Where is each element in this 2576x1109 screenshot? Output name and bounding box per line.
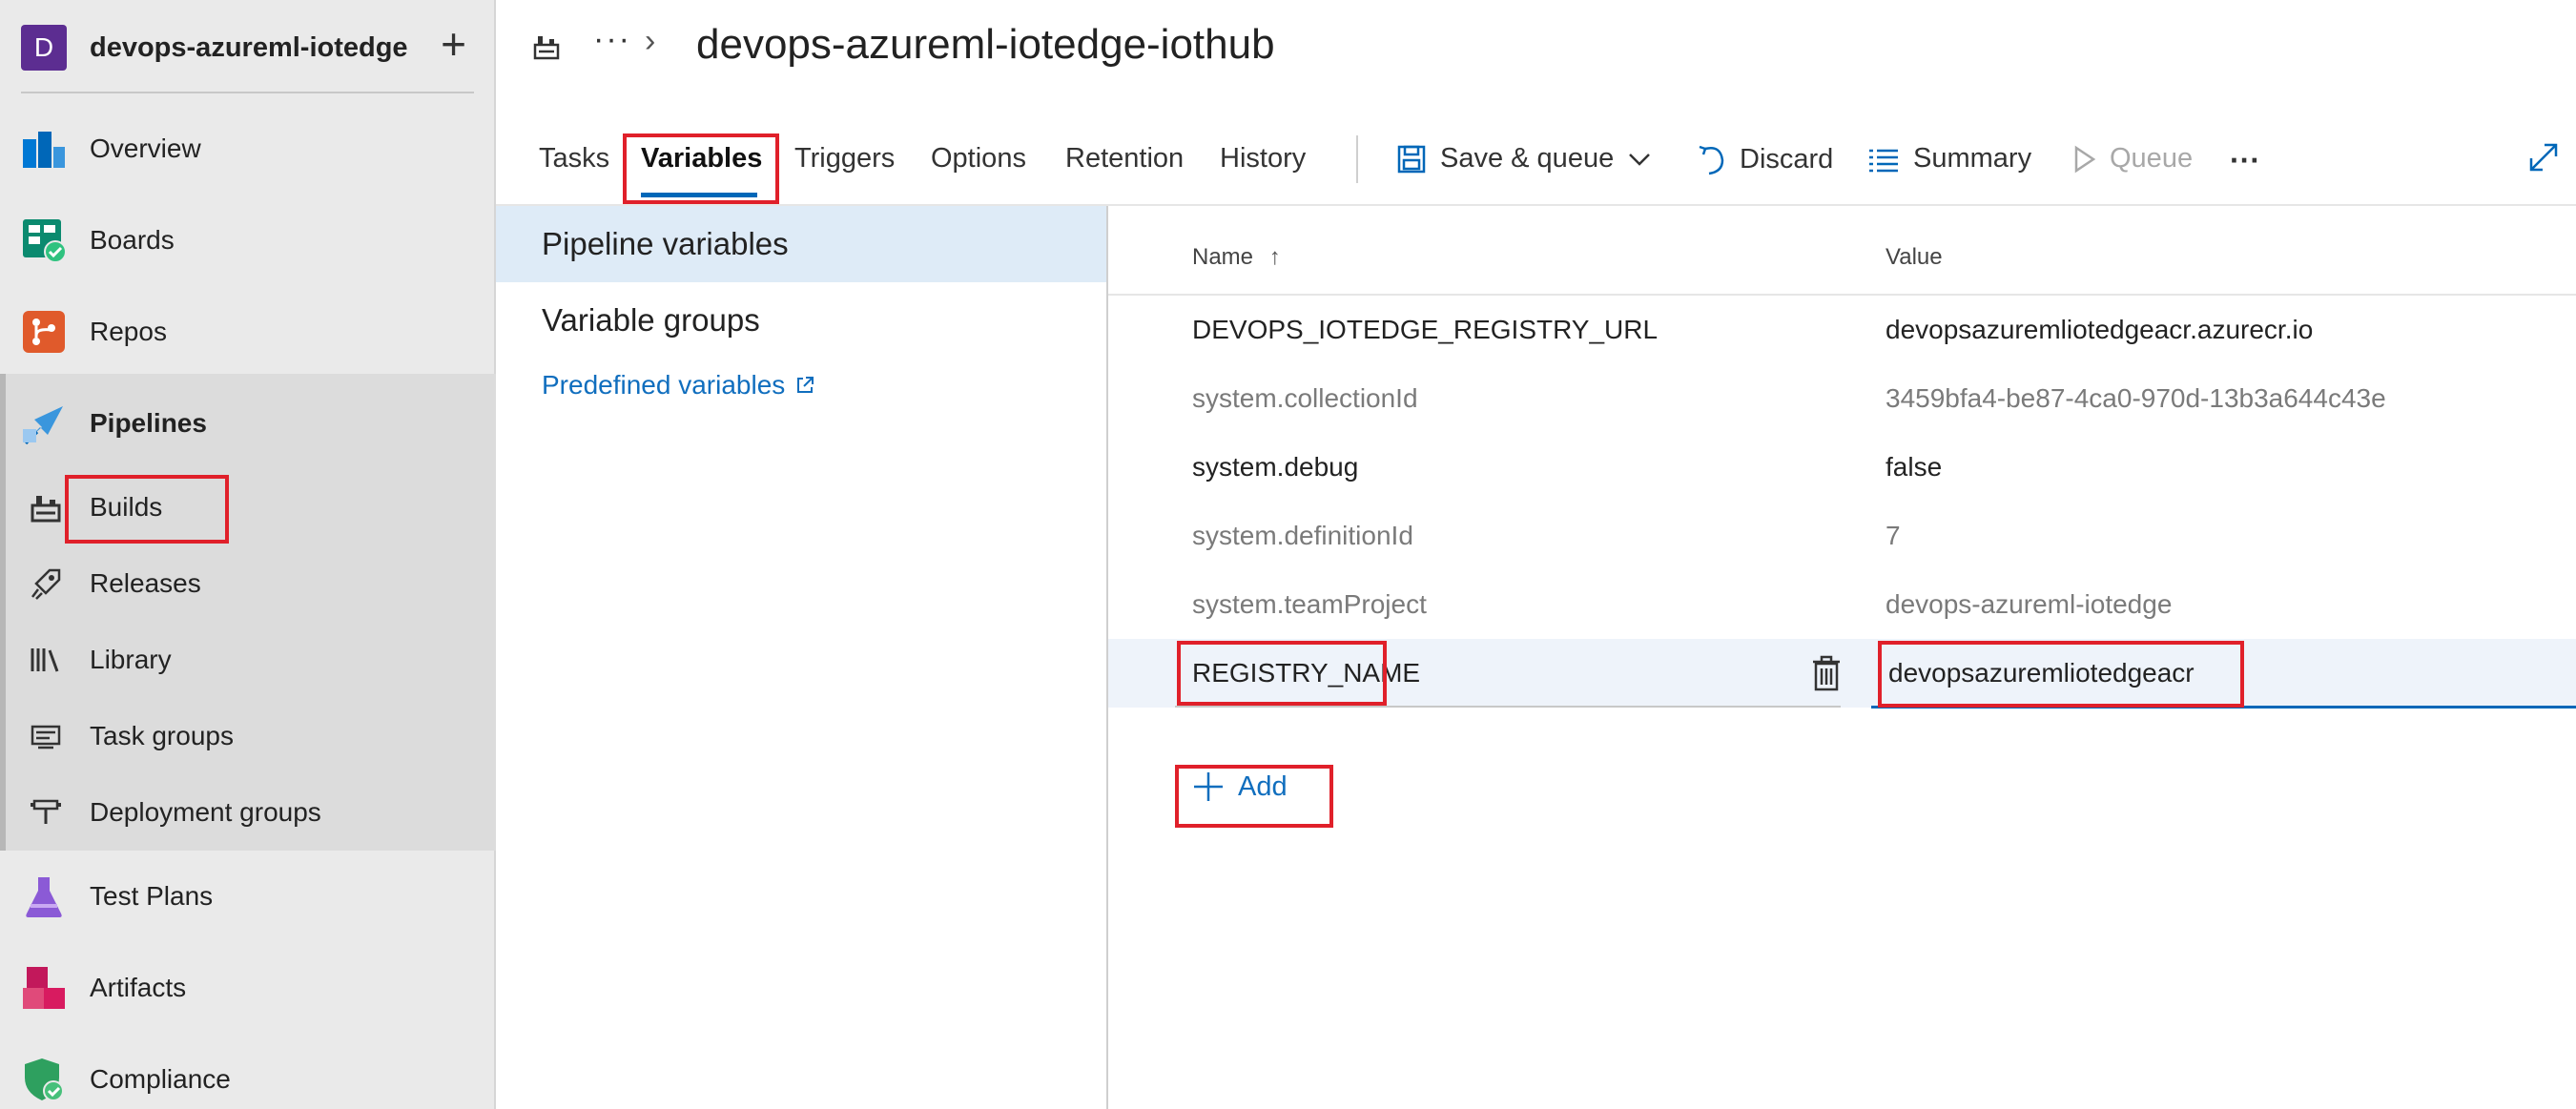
library-icon [31,648,59,672]
nav-label-deployment-groups: Deployment groups [90,797,321,827]
tab-history[interactable]: History [1220,143,1306,175]
nav-label-overview: Overview [90,133,201,163]
nav-item-compliance[interactable]: Compliance [0,1055,496,1104]
nav-item-pipelines[interactable]: Pipelines [0,399,496,448]
highlight-builds [65,475,229,544]
pipeline-variables-item[interactable]: Pipeline variables [496,206,1106,282]
test-plans-icon [26,877,62,917]
nav-item-test-plans[interactable]: Test Plans [0,872,496,921]
undo-icon [1699,145,1724,175]
variable-value: 7 [1886,521,1901,550]
nav-item-overview[interactable]: Overview [0,124,496,174]
column-header-value: Value [1886,244,1943,270]
variable-name: system.collectionId [1192,383,1418,413]
list-icon [1869,149,1898,172]
variables-table: Name ↑ Value DEVOPS_IOTEDGE_REGISTRY_URL… [1108,206,2576,1109]
nav-label-library: Library [90,645,172,674]
predefined-variables-link[interactable]: Predefined variables [542,370,815,400]
queue-label: Queue [2110,143,2194,174]
column-header-name[interactable]: Name ↑ [1192,244,1281,271]
table-row[interactable]: DEVOPS_IOTEDGE_REGISTRY_URL devopsazurem… [1108,296,2576,364]
variable-groups-item[interactable]: Variable groups [496,282,1106,359]
nav-label-artifacts: Artifacts [90,973,187,1002]
column-header-name-label: Name [1192,244,1254,270]
pipelines-icon [22,406,63,445]
nav-label-pipelines: Pipelines [90,408,207,438]
highlight-registry-value [1878,641,2244,708]
nav-label-repos: Repos [90,317,167,346]
nav-label-task-groups: Task groups [90,721,234,750]
nav-item-deployment-groups[interactable]: Deployment groups [0,790,496,835]
nav-item-library[interactable]: Library [0,637,496,683]
summary-button[interactable]: Summary [1867,143,2031,175]
queue-button[interactable]: Queue [2071,143,2193,175]
variables-left-pane: Pipeline variables Variable groups Prede… [496,206,1108,1109]
variable-value: 3459bfa4-be87-4ca0-970d-13b3a644c43e [1886,383,2386,413]
boards-icon [23,219,67,263]
table-row: system.teamProject devops-azureml-iotedg… [1108,570,2576,639]
artifacts-icon [23,967,65,1009]
breadcrumb-more-button[interactable]: ··· [593,21,631,58]
tab-triggers[interactable]: Triggers [794,143,895,175]
save-queue-label: Save & queue [1440,143,1615,174]
discard-button[interactable]: Discard [1696,143,1833,175]
save-queue-button[interactable]: Save & queue [1396,143,1652,175]
play-icon [2074,145,2096,173]
chevron-down-icon[interactable] [1627,151,1652,168]
repos-icon [23,311,65,353]
project-name[interactable]: devops-azureml-iotedge [90,32,408,64]
tab-tasks[interactable]: Tasks [539,143,609,175]
variable-name[interactable]: DEVOPS_IOTEDGE_REGISTRY_URL [1192,315,1658,345]
table-row: system.definitionId 7 [1108,502,2576,570]
variable-value[interactable]: devopsazuremliotedgeacr.azurecr.io [1886,315,2313,345]
chevron-right-icon: › [645,23,656,59]
nav-label-releases: Releases [90,568,201,598]
nav-item-repos[interactable]: Repos [0,307,496,357]
nav-item-task-groups[interactable]: Task groups [0,713,496,759]
tab-retention[interactable]: Retention [1065,143,1184,175]
discard-label: Discard [1740,143,1834,175]
more-actions-button[interactable]: ··· [2230,143,2260,178]
nav-label-compliance: Compliance [90,1064,231,1094]
toolbar-divider [1356,135,1358,183]
deployment-groups-icon [31,799,61,824]
expand-icon[interactable] [2527,141,2560,174]
project-avatar[interactable]: D [21,25,67,71]
sidebar: D devops-azureml-iotedge + Overview Boar… [0,0,496,1109]
nav-label-test-plans: Test Plans [90,881,214,911]
trash-icon[interactable] [1810,654,1843,692]
nav-item-artifacts[interactable]: Artifacts [0,963,496,1013]
nav-label-boards: Boards [90,225,175,255]
variable-name: system.debug [1192,452,1359,482]
nav-item-releases[interactable]: Releases [0,561,496,606]
variable-name: system.teamProject [1192,589,1427,619]
summary-label: Summary [1913,143,2032,174]
compliance-icon [25,1058,64,1101]
tab-bar: Tasks Variables Triggers Options Retenti… [496,122,2576,206]
highlight-registry-name [1177,641,1387,706]
rocket-icon [31,568,61,600]
new-item-button[interactable]: + [441,21,466,67]
project-header: D devops-azureml-iotedge + [21,21,474,93]
highlight-variables-tab [623,133,779,204]
task-groups-icon [31,725,61,750]
nav-item-boards[interactable]: Boards [0,216,496,265]
overview-icon [23,132,65,168]
variable-name: system.definitionId [1192,521,1413,550]
highlight-add-button [1175,765,1333,828]
save-icon [1397,145,1426,173]
sort-ascending-icon: ↑ [1268,244,1281,270]
page-header: ··· › devops-azureml-iotedge-iothub [496,0,2576,100]
page-title: devops-azureml-iotedge-iothub [696,21,1275,68]
build-icon[interactable] [532,32,561,61]
external-link-icon [797,377,814,393]
name-input-underline [1175,706,1841,708]
table-row[interactable]: system.debug false [1108,433,2576,502]
predefined-variables-label: Predefined variables [542,370,786,400]
builds-icon [31,496,61,523]
tab-options[interactable]: Options [931,143,1026,175]
variable-value: devops-azureml-iotedge [1886,589,2173,619]
variable-value[interactable]: false [1886,452,1942,483]
table-row: system.collectionId 3459bfa4-be87-4ca0-9… [1108,364,2576,433]
